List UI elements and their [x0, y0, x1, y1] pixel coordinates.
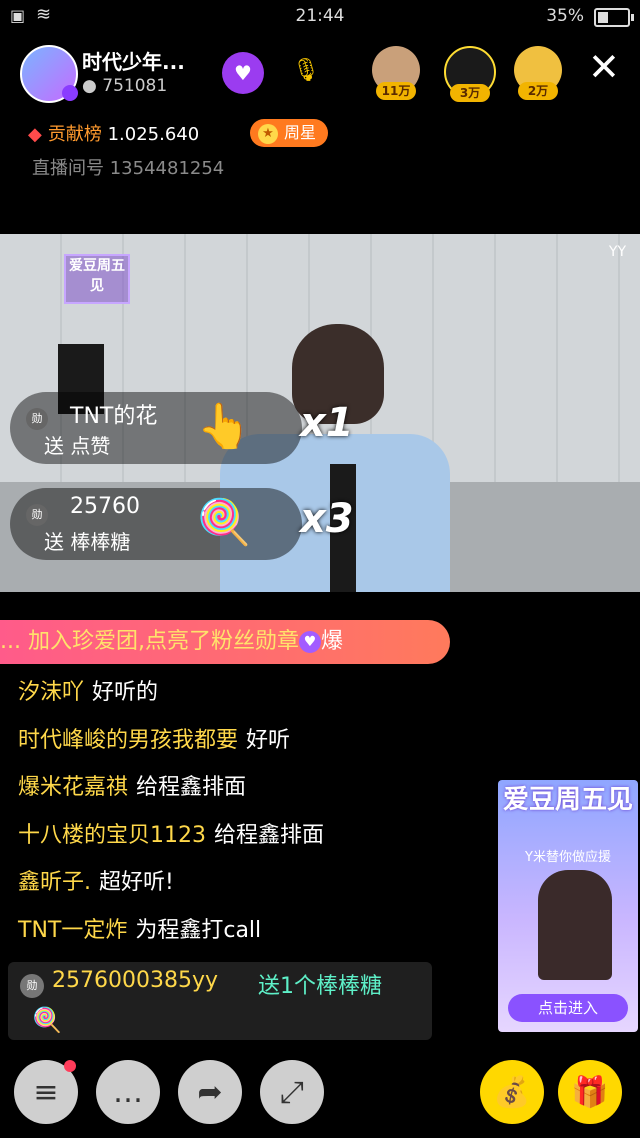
- rank-avatar-3[interactable]: 2万: [514, 46, 562, 100]
- fan-badge-icon: ♥: [298, 631, 321, 653]
- chat-user[interactable]: 十八楼的宝贝1123: [18, 823, 206, 848]
- week-star-button[interactable]: ★ 周星: [250, 119, 329, 147]
- rank-label: 11万: [376, 82, 416, 100]
- lucky-bag-button[interactable]: 💰: [480, 1060, 544, 1124]
- chat-text: 好听: [246, 727, 291, 753]
- host-fans: ● 751081: [82, 76, 167, 96]
- chat-button[interactable]: …: [96, 1060, 160, 1124]
- close-icon[interactable]: ✕: [588, 48, 620, 86]
- chat-message: TNT一定炸 为程鑫打call: [18, 914, 498, 962]
- show-logo: 爱豆周五见: [64, 254, 130, 304]
- clock: 21:44: [295, 6, 345, 26]
- fullscreen-icon: ⤢: [280, 1074, 304, 1110]
- chat-text: 给程鑫排面: [136, 775, 247, 801]
- verified-badge-icon: [62, 85, 78, 101]
- rank-avatar-1[interactable]: 11万: [372, 46, 420, 100]
- rank-avatar-2[interactable]: 3万: [444, 46, 496, 102]
- chat-message: 时代峰峻的男孩我都要 好听: [18, 724, 498, 772]
- chat-text: 好听的: [92, 680, 159, 705]
- lollipop-icon: 🍭: [32, 1006, 62, 1034]
- fan-join-text: ... 加入珍爱团,点亮了粉丝勋章: [0, 629, 299, 654]
- medal-icon: 勋: [20, 974, 44, 998]
- host-name[interactable]: 时代少年...: [82, 46, 202, 75]
- fan-join-notice: ... 加入珍爱团,点亮了粉丝勋章 ♥ 爆: [0, 620, 450, 664]
- chat-text: 超好听!: [99, 870, 174, 896]
- money-bag-icon: 💰: [493, 1074, 531, 1110]
- share-button[interactable]: ➦: [178, 1060, 242, 1124]
- chat-text: 为程鑫打call: [135, 917, 262, 943]
- room-id: 直播间号 1354481254: [32, 154, 224, 180]
- rank-label: 2万: [518, 82, 558, 100]
- chat-user[interactable]: 鑫昕子.: [18, 870, 91, 895]
- promo-card[interactable]: 爱豆周五见 Y米替你做应援 点击进入: [498, 780, 638, 1032]
- chat-bubble-icon: …: [113, 1074, 143, 1110]
- status-bar: ▣ ≋ 21:44 35%: [0, 0, 640, 32]
- gift-sender: TNT的花: [70, 404, 158, 429]
- chat-user[interactable]: 爆米花嘉祺: [18, 775, 128, 800]
- like-hand-icon: 👆: [196, 401, 252, 452]
- gift-action: 送 点赞: [44, 434, 111, 458]
- notification-dot: [64, 1060, 76, 1072]
- mic-link-icon[interactable]: 🎙: [292, 58, 320, 83]
- gift-icon: 🎁: [571, 1074, 609, 1110]
- gift-button[interactable]: 🎁: [558, 1060, 622, 1124]
- week-star-label: 周星: [284, 123, 317, 142]
- gift-chat-user[interactable]: 2576000385yy: [52, 968, 218, 993]
- fans-count: 751081: [102, 76, 168, 96]
- contribution-board[interactable]: ◆ 贡献榜 1.025.640: [28, 120, 199, 146]
- contribution-value: 1.025.640: [107, 124, 200, 145]
- gift-banner: 勋 25760 送 棒棒糖 🍭 x3: [10, 488, 354, 560]
- promo-subtitle: Y米替你做应援: [525, 850, 611, 865]
- chat-user[interactable]: TNT一定炸: [18, 918, 127, 943]
- chat-user[interactable]: 汐沫吖: [18, 680, 84, 705]
- star-icon: ★: [258, 123, 278, 144]
- gift-sender: 25760: [70, 494, 140, 519]
- battery-icon: [594, 8, 634, 27]
- promo-title: 爱豆周五见: [502, 785, 633, 815]
- share-icon: ➦: [197, 1074, 223, 1110]
- diamond-icon: ◆: [28, 124, 42, 145]
- rank-label: 3万: [450, 84, 490, 102]
- gift-action: 送 棒棒糖: [44, 530, 131, 554]
- fullscreen-button[interactable]: ⤢: [260, 1060, 324, 1124]
- gift-count: x3: [300, 496, 354, 542]
- gift-chat-text: 送1个棒棒糖: [258, 974, 382, 999]
- follow-heart-button[interactable]: ♥: [222, 52, 264, 94]
- room-label: 直播间号: [32, 158, 104, 179]
- chat-list: 汐沫吖 好听的 时代峰峻的男孩我都要 好听 爆米花嘉祺 给程鑫排面 十八楼的宝贝112…: [18, 676, 498, 962]
- promo-enter-button[interactable]: 点击进入: [508, 994, 628, 1022]
- chat-user[interactable]: 时代峰峻的男孩我都要: [18, 728, 238, 753]
- battery-text: 35%: [546, 6, 584, 26]
- medal-icon: 勋: [26, 504, 48, 526]
- chat-message: 鑫昕子. 超好听!: [18, 866, 498, 914]
- lollipop-icon: 🍭: [196, 497, 252, 548]
- chat-text: 给程鑫排面: [214, 822, 325, 848]
- menu-icon: ≡: [33, 1074, 59, 1110]
- yy-watermark: YY: [608, 244, 626, 260]
- medal-icon: 勋: [26, 408, 48, 430]
- chat-message: 十八楼的宝贝1123 给程鑫排面: [18, 819, 498, 867]
- fan-join-suffix: 爆: [320, 629, 343, 654]
- promo-photo: [538, 870, 612, 980]
- gift-count: x1: [300, 400, 354, 446]
- chat-message: 爆米花嘉祺 给程鑫排面: [18, 771, 498, 819]
- person-icon: ●: [82, 76, 97, 96]
- host-avatar[interactable]: [20, 45, 78, 103]
- gift-chat-message: 勋 2576000385yy 送1个棒棒糖 🍭: [8, 962, 432, 1040]
- contribution-label: 贡献榜: [47, 124, 102, 145]
- chat-message: 汐沫吖 好听的: [18, 676, 498, 724]
- gift-banner: 勋 TNT的花 送 点赞 👆 x1: [10, 392, 354, 464]
- room-number: 1354481254: [109, 158, 225, 179]
- heart-icon: ♥: [234, 61, 252, 85]
